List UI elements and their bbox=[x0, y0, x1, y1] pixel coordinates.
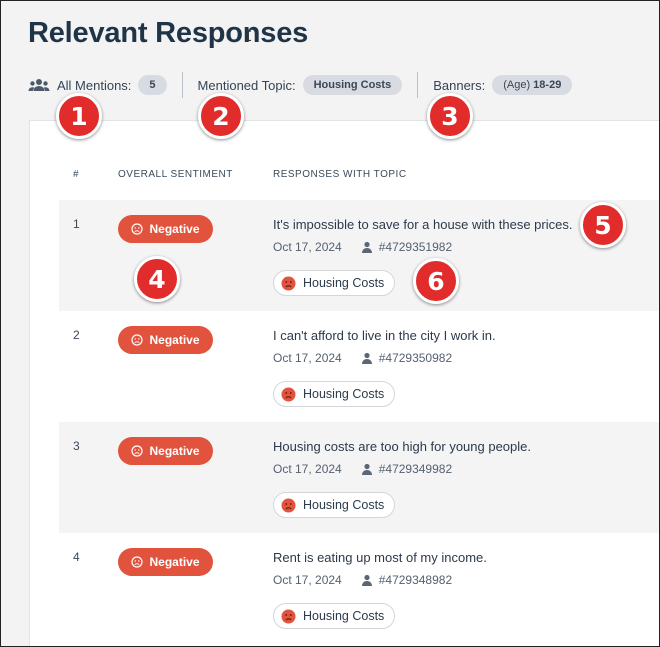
frown-face-icon bbox=[131, 334, 144, 346]
banners-prefix: (Age) bbox=[503, 79, 531, 91]
all-mentions-filter[interactable]: All Mentions: 5 bbox=[28, 75, 167, 95]
frown-face-icon bbox=[131, 556, 144, 568]
text-cursor-icon: I bbox=[244, 29, 253, 45]
all-mentions-label: All Mentions: bbox=[57, 77, 132, 93]
filter-divider bbox=[417, 72, 419, 98]
sentiment-label: Negative bbox=[149, 555, 200, 569]
frown-face-icon bbox=[281, 498, 296, 512]
frown-face-icon bbox=[281, 276, 296, 290]
filter-divider bbox=[181, 72, 183, 98]
response-meta: Oct 17, 2024 #4729349982 bbox=[273, 462, 452, 476]
header-sentiment[interactable]: OVERALL SENTIMENT bbox=[118, 169, 233, 180]
table-row: 4 Negative Rent is eating up most of my … bbox=[59, 533, 660, 644]
topic-tag-label: Housing Costs bbox=[303, 609, 385, 623]
header-responses[interactable]: RESPONSES WITH TOPIC bbox=[273, 169, 407, 180]
sentiment-badge[interactable]: Negative bbox=[118, 326, 213, 354]
person-icon bbox=[361, 574, 372, 586]
response-text: It's impossible to save for a house with… bbox=[273, 217, 573, 232]
sentiment-label: Negative bbox=[149, 333, 200, 347]
banners-label: Banners: bbox=[433, 77, 486, 93]
topic-tag-label: Housing Costs bbox=[303, 498, 385, 512]
table-row: 3 Negative Housing costs are too high fo… bbox=[59, 422, 660, 533]
table-row: 2 Negative I can't afford to live in the… bbox=[59, 311, 660, 422]
row-number: 1 bbox=[73, 217, 80, 231]
respondent-id[interactable]: #4729348982 bbox=[379, 573, 452, 587]
topic-tag-label: Housing Costs bbox=[303, 276, 385, 290]
row-number: 4 bbox=[73, 550, 80, 564]
topic-tag-label: Housing Costs bbox=[303, 387, 385, 401]
topic-tag[interactable]: Housing Costs bbox=[273, 603, 396, 629]
sentiment-badge[interactable]: Negative bbox=[118, 437, 213, 465]
all-mentions-count: 5 bbox=[138, 75, 167, 95]
annotation-marker: 6 bbox=[413, 258, 459, 304]
person-icon bbox=[361, 352, 372, 364]
response-text: Rent is eating up most of my income. bbox=[273, 550, 487, 565]
topic-tag[interactable]: Housing Costs bbox=[273, 270, 396, 296]
topic-tag[interactable]: Housing Costs bbox=[273, 381, 396, 407]
response-text: I can't afford to live in the city I wor… bbox=[273, 328, 496, 343]
response-meta: Oct 17, 2024 #4729348982 bbox=[273, 573, 452, 587]
row-number: 2 bbox=[73, 328, 80, 342]
response-date: Oct 17, 2024 bbox=[273, 573, 342, 587]
frown-face-icon bbox=[131, 223, 144, 235]
sentiment-badge[interactable]: Negative bbox=[118, 548, 213, 576]
frown-face-icon bbox=[131, 445, 144, 457]
annotation-marker: 3 bbox=[427, 93, 473, 139]
banners-filter[interactable]: Banners: (Age) 18-29 bbox=[433, 75, 573, 95]
response-date: Oct 17, 2024 bbox=[273, 240, 342, 254]
annotation-marker: 5 bbox=[580, 202, 626, 248]
annotation-marker: 2 bbox=[198, 93, 244, 139]
respondent-id[interactable]: #4729350982 bbox=[379, 351, 452, 365]
sentiment-label: Negative bbox=[149, 222, 200, 236]
person-icon bbox=[361, 241, 372, 253]
sentiment-label: Negative bbox=[149, 444, 200, 458]
responses-card: # OVERALL SENTIMENT RESPONSES WITH TOPIC… bbox=[29, 120, 660, 647]
response-meta: Oct 17, 2024 #4729350982 bbox=[273, 351, 452, 365]
header-num: # bbox=[73, 169, 80, 180]
response-text: Housing costs are too high for young peo… bbox=[273, 439, 532, 454]
filter-bar: All Mentions: 5 Mentioned Topic: Housing… bbox=[28, 72, 573, 98]
response-date: Oct 17, 2024 bbox=[273, 351, 342, 365]
topic-tag[interactable]: Housing Costs bbox=[273, 492, 396, 518]
response-meta: Oct 17, 2024 #4729351982 bbox=[273, 240, 452, 254]
frown-face-icon bbox=[281, 609, 296, 623]
banners-value: 18-29 bbox=[533, 79, 562, 91]
sentiment-badge[interactable]: Negative bbox=[118, 215, 213, 243]
row-number: 3 bbox=[73, 439, 80, 453]
respondent-id[interactable]: #4729351982 bbox=[379, 240, 452, 254]
banners-pill: (Age) 18-29 bbox=[492, 75, 573, 95]
mentioned-topic-filter[interactable]: Mentioned Topic: Housing Costs bbox=[198, 75, 403, 95]
users-icon bbox=[28, 78, 50, 92]
respondent-id[interactable]: #4729349982 bbox=[379, 462, 452, 476]
mentioned-topic-label: Mentioned Topic: bbox=[197, 77, 296, 93]
response-date: Oct 17, 2024 bbox=[273, 462, 342, 476]
annotation-marker: 1 bbox=[56, 93, 102, 139]
person-icon bbox=[361, 463, 372, 475]
page-title: Relevant Responses bbox=[28, 17, 309, 49]
mentioned-topic-pill: Housing Costs bbox=[302, 75, 403, 95]
frown-face-icon bbox=[281, 387, 296, 401]
annotation-marker: 4 bbox=[134, 256, 180, 302]
